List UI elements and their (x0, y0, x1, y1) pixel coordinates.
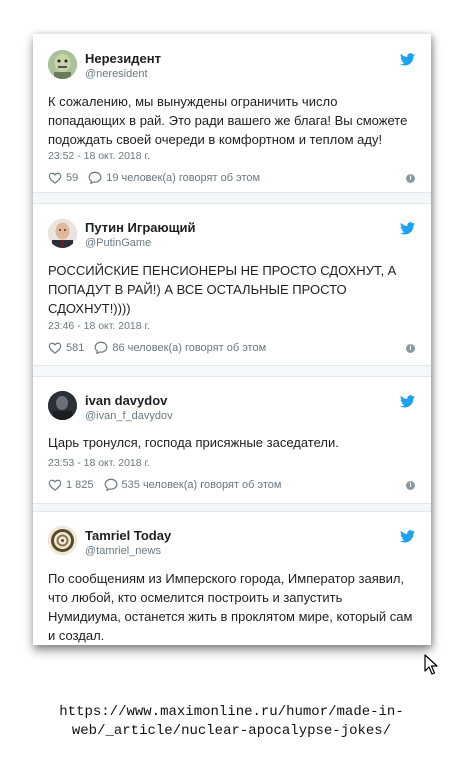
reply-link[interactable]: 19 человек(а) говорят об этом (88, 171, 260, 184)
display-name[interactable]: Нерезидент (85, 51, 161, 66)
source-url-line-1: https://www.maximonline.ru/humor/made-in… (59, 704, 404, 720)
display-name[interactable]: ivan davydov (85, 393, 167, 408)
tweet-actions: 1 825 535 человек(а) говорят об этом (48, 478, 281, 491)
reply-count: 86 человек(а) говорят об этом (112, 341, 267, 354)
tweet-card[interactable]: Нерезидент @neresident К сожалению, мы в… (33, 33, 431, 193)
twitter-bird-icon[interactable] (400, 53, 415, 66)
tweet-card[interactable]: Путин Играющий @PutinGame РОССИЙСКИЕ ПЕН… (33, 203, 431, 366)
twitter-bird-icon[interactable] (400, 222, 415, 235)
info-icon[interactable]: i (406, 481, 415, 490)
heart-icon[interactable] (48, 342, 62, 354)
reply-count: 535 человек(а) говорят об этом (121, 478, 282, 491)
avatar[interactable] (48, 526, 77, 555)
tweet-card[interactable]: ivan davydov @ivan_f_davydov Царь тронул… (33, 376, 431, 504)
twitter-bird-icon[interactable] (400, 395, 415, 408)
avatar-image (48, 526, 77, 555)
tweet-text: По сообщениям из Имперского города, Импе… (48, 571, 413, 643)
heart-icon[interactable] (48, 172, 62, 184)
twitter-bird-icon[interactable] (400, 530, 415, 543)
user-handle[interactable]: @PutinGame (85, 237, 151, 249)
user-handle[interactable]: @neresident (85, 68, 148, 80)
source-url-line-2: web/_article/nuclear-apocalypse-jokes/ (71, 723, 392, 739)
screenshot-sheet: Нерезидент @neresident К сожалению, мы в… (33, 33, 431, 645)
avatar-image (48, 50, 77, 79)
tweet-card[interactable]: Tamriel Today @tamriel_news По сообщения… (33, 511, 431, 645)
tweet-timestamp[interactable]: 23:46 - 18 окт. 2018 г. (48, 320, 150, 332)
heart-icon[interactable] (48, 479, 62, 491)
avatar[interactable] (48, 219, 77, 248)
like-count[interactable]: 1 825 (66, 479, 94, 491)
reply-link[interactable]: 86 человек(а) говорят об этом (94, 341, 266, 354)
tweet-text: Царь тронулся, господа присяжные заседат… (48, 435, 339, 450)
mouse-cursor-icon (424, 654, 438, 675)
reply-count: 19 человек(а) говорят об этом (106, 171, 261, 184)
info-icon[interactable]: i (406, 344, 415, 353)
reply-bubble-icon (94, 341, 108, 354)
tweet-text: РОССИЙСКИЕ ПЕНСИОНЕРЫ НЕ ПРОСТО СДОХНУТ,… (48, 263, 397, 316)
reply-bubble-icon (104, 478, 117, 491)
tweet-timestamp[interactable]: 23:53 - 18 окт. 2018 г. (48, 457, 150, 469)
like-count[interactable]: 581 (66, 342, 84, 354)
user-handle[interactable]: @tamriel_news (85, 545, 161, 557)
reply-bubble-icon (88, 171, 102, 184)
info-icon[interactable]: i (406, 174, 415, 183)
tweet-actions: 59 19 человек(а) говорят об этом (48, 171, 260, 184)
tweet-actions: 581 86 человек(а) говорят об этом (48, 341, 266, 354)
avatar-image (48, 391, 77, 420)
user-handle[interactable]: @ivan_f_davydov (85, 410, 173, 422)
avatar[interactable] (48, 391, 77, 420)
display-name[interactable]: Путин Играющий (85, 220, 196, 235)
reply-link[interactable]: 535 человек(а) говорят об этом (104, 478, 282, 491)
tweet-text: К сожалению, мы вынуждены ограничить чис… (48, 94, 408, 147)
display-name[interactable]: Tamriel Today (85, 528, 171, 543)
tweet-timestamp[interactable]: 23:52 - 18 окт. 2018 г. (48, 150, 150, 162)
like-count[interactable]: 59 (66, 172, 78, 184)
avatar[interactable] (48, 50, 77, 79)
avatar-image (48, 219, 77, 248)
